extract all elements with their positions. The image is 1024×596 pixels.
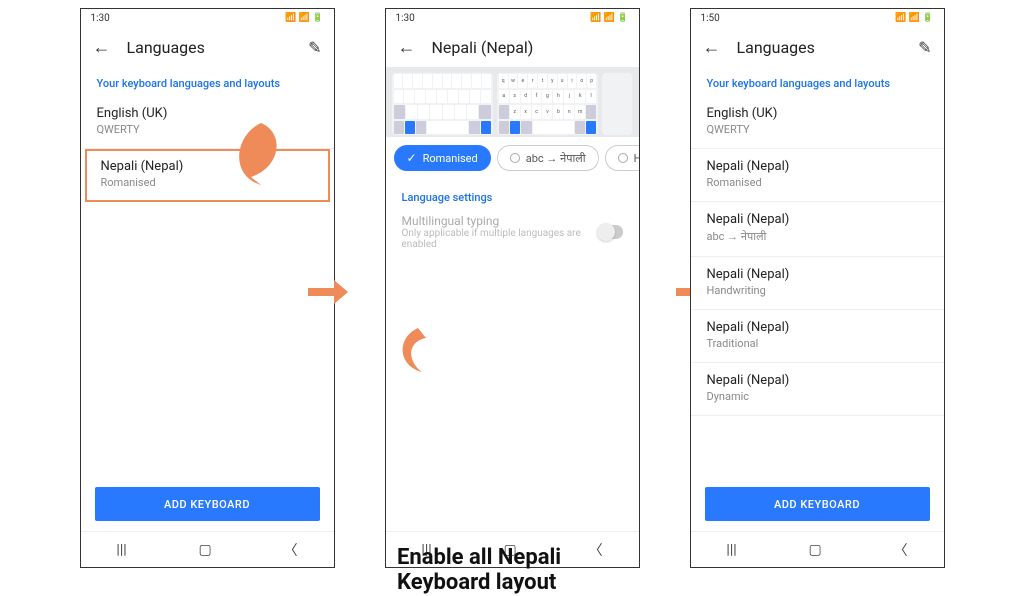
- multilingual-typing-row: Multilingual typing Only applicable if m…: [386, 208, 639, 260]
- language-name: Nepali (Nepal): [707, 159, 928, 174]
- back-icon[interactable]: ←: [703, 37, 721, 58]
- chip-label: abc → नेपाली: [526, 151, 586, 166]
- clock: 1:30: [91, 13, 110, 24]
- app-bar: ← Nepali (Nepal): [386, 27, 639, 67]
- back-icon[interactable]: ←: [398, 37, 416, 58]
- language-layout: Dynamic: [707, 390, 928, 403]
- app-bar: ← Languages ✎: [81, 27, 334, 67]
- page-title: Languages: [737, 38, 903, 57]
- annotation-arrow-icon: [221, 115, 291, 198]
- chip-label: Romanised: [423, 152, 478, 165]
- language-item[interactable]: Nepali (Nepal) Romanised: [691, 149, 944, 202]
- status-icons: 📶 📶 🔋: [285, 13, 323, 23]
- language-layout: Handwriting: [707, 284, 928, 297]
- recents-icon[interactable]: |||: [726, 542, 736, 558]
- keyboard-layout-preview[interactable]: [602, 73, 632, 135]
- language-item[interactable]: English (UK) QWERTY: [81, 96, 334, 149]
- language-list: English (UK) QWERTY Nepali (Nepal) Roman…: [81, 96, 334, 479]
- language-settings-label: Language settings: [386, 179, 639, 208]
- check-icon: ✓: [407, 151, 417, 165]
- back-nav-icon[interactable]: 〈: [284, 540, 298, 560]
- page-title: Nepali (Nepal): [432, 38, 627, 57]
- recents-icon[interactable]: |||: [116, 542, 126, 558]
- status-icons: 📶 📶 🔋: [895, 13, 933, 23]
- nav-bar: ||| ▢ 〈: [691, 531, 944, 567]
- language-name: Nepali (Nepal): [707, 212, 928, 227]
- language-name: Nepali (Nepal): [707, 267, 928, 282]
- radio-icon: [618, 153, 628, 163]
- multilingual-switch[interactable]: [597, 225, 622, 239]
- back-icon[interactable]: ←: [93, 37, 111, 58]
- edit-icon[interactable]: ✎: [918, 38, 931, 57]
- language-layout: abc → नेपाली: [707, 229, 928, 244]
- language-name: English (UK): [707, 106, 928, 121]
- step-arrow-icon: [308, 278, 348, 306]
- status-bar: 1:30 📶 📶 🔋: [81, 9, 334, 27]
- nav-bar: ||| ▢ 〈: [81, 531, 334, 567]
- language-layout: Romanised: [707, 176, 928, 189]
- clock: 1:50: [701, 13, 720, 24]
- chip-abc-nepali[interactable]: abc → नेपाली: [497, 145, 599, 171]
- chip-label: Hand: [634, 152, 639, 165]
- clock: 1:30: [396, 13, 415, 24]
- multilingual-title: Multilingual typing: [402, 214, 598, 228]
- annotation-arrow-icon: [392, 320, 447, 383]
- section-label: Your keyboard languages and layouts: [691, 67, 944, 96]
- chip-romanised[interactable]: ✓ Romanised: [394, 145, 491, 171]
- language-item[interactable]: Nepali (Nepal) abc → नेपाली: [691, 202, 944, 257]
- section-label: Your keyboard languages and layouts: [81, 67, 334, 96]
- language-item[interactable]: Nepali (Nepal) Handwriting: [691, 257, 944, 310]
- chip-handwriting[interactable]: Hand: [605, 145, 639, 171]
- language-layout: Traditional: [707, 337, 928, 350]
- language-item[interactable]: Nepali (Nepal) Traditional: [691, 310, 944, 363]
- language-item[interactable]: English (UK) QWERTY: [691, 96, 944, 149]
- phone-screen-1: 1:30 📶 📶 🔋 ← Languages ✎ Your keyboard l…: [80, 8, 335, 568]
- multilingual-sub: Only applicable if multiple languages ar…: [402, 228, 598, 250]
- edit-icon[interactable]: ✎: [308, 38, 321, 57]
- annotation-text: Enable all Nepali Keyboard layout: [397, 545, 627, 596]
- language-name: Nepali (Nepal): [707, 373, 928, 388]
- add-keyboard-button[interactable]: ADD KEYBOARD: [705, 487, 930, 521]
- language-name: Nepali (Nepal): [707, 320, 928, 335]
- page-title: Languages: [127, 38, 293, 57]
- language-item-highlighted[interactable]: Nepali (Nepal) Romanised: [85, 149, 330, 202]
- keyboard-preview: qwertyuiop asdfghjkl zxcvbnm: [386, 67, 639, 137]
- status-icons: 📶 📶 🔋: [590, 13, 628, 23]
- language-list: English (UK) QWERTY Nepali (Nepal) Roman…: [691, 96, 944, 479]
- app-bar: ← Languages ✎: [691, 27, 944, 67]
- add-keyboard-button[interactable]: ADD KEYBOARD: [95, 487, 320, 521]
- keyboard-layout-preview[interactable]: [392, 73, 493, 135]
- phone-screen-2: 1:30 📶 📶 🔋 ← Nepali (Nepal) qwertyuiop a…: [385, 8, 640, 568]
- status-bar: 1:30 📶 📶 🔋: [386, 9, 639, 27]
- home-icon[interactable]: ▢: [809, 542, 822, 558]
- keyboard-layout-preview[interactable]: qwertyuiop asdfghjkl zxcvbnm: [497, 73, 598, 135]
- status-bar: 1:50 📶 📶 🔋: [691, 9, 944, 27]
- language-item[interactable]: Nepali (Nepal) Dynamic: [691, 363, 944, 416]
- home-icon[interactable]: ▢: [199, 542, 212, 558]
- back-nav-icon[interactable]: 〈: [894, 540, 908, 560]
- layout-chips: ✓ Romanised abc → नेपाली Hand: [386, 137, 639, 179]
- radio-icon: [510, 153, 520, 163]
- phone-screen-3: 1:50 📶 📶 🔋 ← Languages ✎ Your keyboard l…: [690, 8, 945, 568]
- language-layout: QWERTY: [707, 123, 928, 136]
